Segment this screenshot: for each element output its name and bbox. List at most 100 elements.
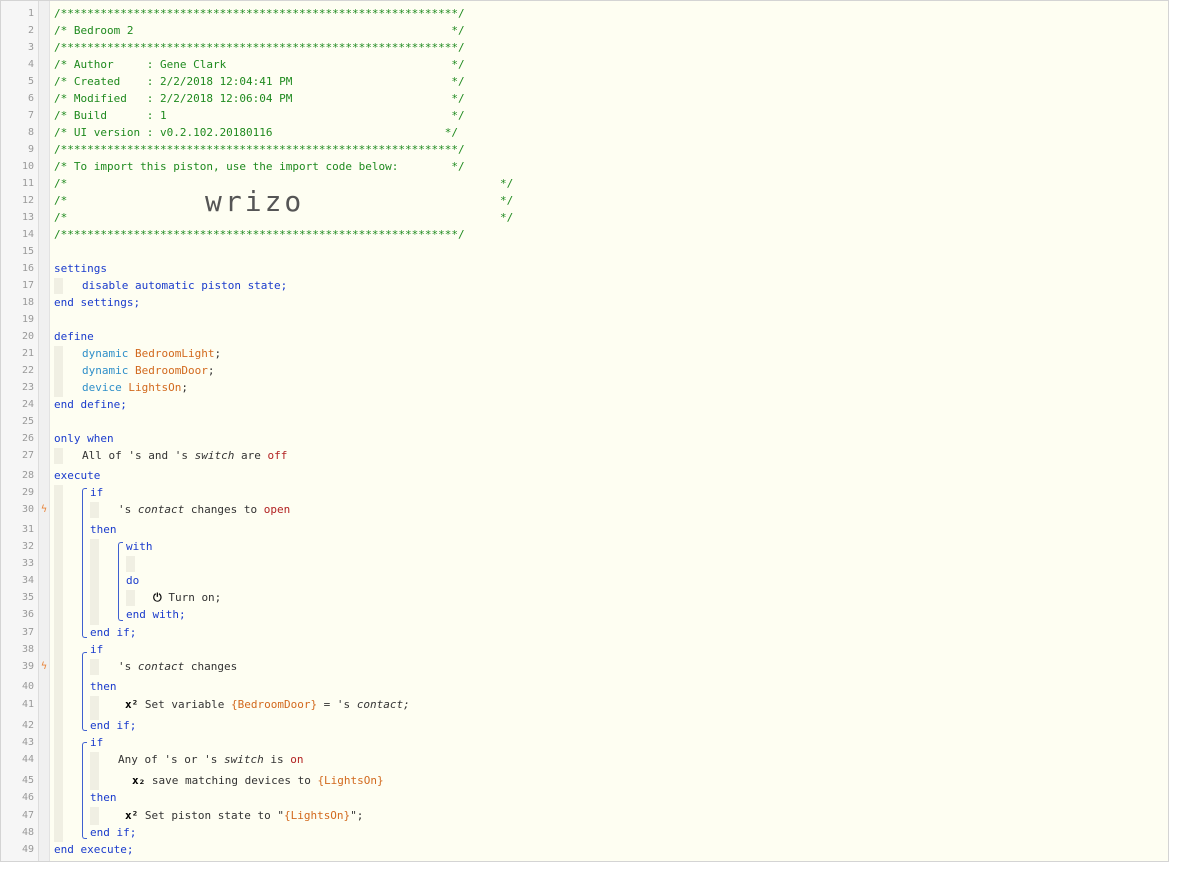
line-number: 15: [21, 246, 34, 257]
line-number: 4: [27, 59, 34, 70]
line-number: 49: [21, 844, 34, 855]
variable-declaration[interactable]: dynamic BedroomDoor;: [82, 363, 214, 379]
do-keyword: do: [126, 574, 140, 587]
line-number: 38: [21, 644, 34, 655]
end-if-keyword: end if;: [90, 626, 137, 639]
author-comment: /* Author : Gene Clark */: [54, 58, 465, 71]
line-number: 24: [21, 399, 34, 410]
line-number: 3: [27, 42, 34, 53]
line-number: 29: [21, 487, 34, 498]
line-number: 27: [21, 450, 34, 461]
turn-on-statement[interactable]: ⏻ Turn on;: [153, 590, 221, 606]
comment-end: */: [500, 211, 514, 224]
if-keyword[interactable]: if: [90, 642, 103, 658]
lightning-bolt-icon: ϟ: [40, 504, 48, 515]
line-number: 46: [21, 792, 34, 803]
line-number: 26: [21, 433, 34, 444]
header-rule: /***************************************…: [54, 41, 465, 54]
trigger-gutter: [39, 1, 50, 861]
line-number: 34: [21, 575, 34, 586]
line-number: 7: [27, 110, 34, 121]
condition[interactable]: Any of 's or 's switch is on: [118, 752, 303, 768]
line-number: 13: [21, 212, 34, 223]
modified-comment: /* Modified : 2/2/2018 12:06:04 PM */: [54, 92, 465, 105]
line-number: 44: [21, 754, 34, 765]
line-number: 14: [21, 229, 34, 240]
import-instructions-comment: /* To import this piston, use the import…: [54, 160, 465, 173]
save-matching-statement[interactable]: x₂ save matching devices to {LightsOn}: [132, 773, 384, 789]
line-number: 45: [21, 775, 34, 786]
variable-declaration[interactable]: dynamic BedroomLight;: [82, 346, 221, 362]
then-keyword: then: [90, 791, 117, 804]
line-number: 28: [21, 470, 34, 481]
line-number: 43: [21, 737, 34, 748]
line-number: 36: [21, 609, 34, 620]
line-number: 35: [21, 592, 34, 603]
line-number: 16: [21, 263, 34, 274]
line-number: 1: [27, 8, 34, 19]
build-comment: /* Build : 1 */: [54, 109, 465, 122]
comment-end: */: [500, 177, 514, 190]
comment-end: */: [500, 194, 514, 207]
line-number: 32: [21, 541, 34, 552]
end-with-keyword: end with;: [126, 608, 186, 621]
header-rule: /***************************************…: [54, 228, 465, 241]
line-number: 41: [21, 699, 34, 710]
line-number: 33: [21, 558, 34, 569]
line-number: 37: [21, 627, 34, 638]
line-number: 17: [21, 280, 34, 291]
line-number: 18: [21, 297, 34, 308]
header-rule: /***************************************…: [54, 143, 465, 156]
end-if-keyword: end if;: [90, 826, 137, 839]
line-number: 11: [21, 178, 34, 189]
end-settings-keyword: end settings;: [54, 296, 141, 309]
import-code[interactable]: wrizo: [205, 185, 304, 218]
define-keyword[interactable]: define: [54, 329, 94, 345]
line-number: 2: [27, 25, 34, 36]
if-keyword[interactable]: if: [90, 485, 103, 501]
line-number: 39: [21, 661, 34, 672]
end-execute-keyword: end execute;: [54, 843, 134, 856]
line-number: 30: [21, 504, 34, 515]
created-comment: /* Created : 2/2/2018 12:04:41 PM */: [54, 75, 465, 88]
ui-version-comment: /* UI version : v0.2.102.20180116 */: [54, 126, 458, 139]
piston-title-comment: /* Bedroom 2 */: [54, 24, 465, 37]
lightning-bolt-icon: ϟ: [40, 661, 48, 672]
then-keyword: then: [90, 680, 117, 693]
execute-keyword[interactable]: execute: [54, 468, 100, 484]
comment-start: /*: [54, 177, 68, 190]
trigger-condition[interactable]: 's contact changes: [118, 659, 237, 675]
line-number: 5: [27, 76, 34, 87]
disable-state-setting[interactable]: disable automatic piston state;: [82, 278, 287, 294]
if-keyword[interactable]: if: [90, 735, 103, 751]
end-define-keyword: end define;: [54, 398, 127, 411]
line-number: 12: [21, 195, 34, 206]
end-if-keyword: end if;: [90, 719, 137, 732]
line-number: 25: [21, 416, 34, 427]
with-keyword[interactable]: with: [126, 539, 153, 555]
header-rule: /***************************************…: [54, 7, 465, 20]
line-number: 8: [27, 127, 34, 138]
settings-keyword[interactable]: settings: [54, 261, 107, 277]
variable-declaration[interactable]: device LightsOn;: [82, 380, 188, 396]
line-number: 48: [21, 827, 34, 838]
comment-start: /*: [54, 211, 68, 224]
only-when-keyword[interactable]: only when: [54, 431, 114, 447]
comment-start: /*: [54, 194, 68, 207]
set-piston-state-statement[interactable]: x² Set piston state to "{LightsOn}";: [125, 808, 363, 824]
line-number: 22: [21, 365, 34, 376]
line-number: 23: [21, 382, 34, 393]
trigger-condition[interactable]: 's contact changes to open: [118, 502, 290, 518]
line-number: 31: [21, 524, 34, 535]
then-keyword: then: [90, 523, 117, 536]
line-number: 6: [27, 93, 34, 104]
line-number: 47: [21, 810, 34, 821]
set-variable-statement[interactable]: x² Set variable {BedroomDoor} = 's conta…: [125, 697, 410, 713]
code-editor: 1 2 3 4 5 6 7 8 9 10 11 12 13 14 15 16 17 18 19 20 21 22 23 24 2…: [0, 0, 1169, 862]
restriction-condition[interactable]: All of 's and 's switch are off: [82, 448, 287, 464]
line-number: 21: [21, 348, 34, 359]
line-number: 9: [27, 144, 34, 155]
line-number: 19: [21, 314, 34, 325]
line-number: 42: [21, 720, 34, 731]
line-number: 10: [21, 161, 34, 172]
